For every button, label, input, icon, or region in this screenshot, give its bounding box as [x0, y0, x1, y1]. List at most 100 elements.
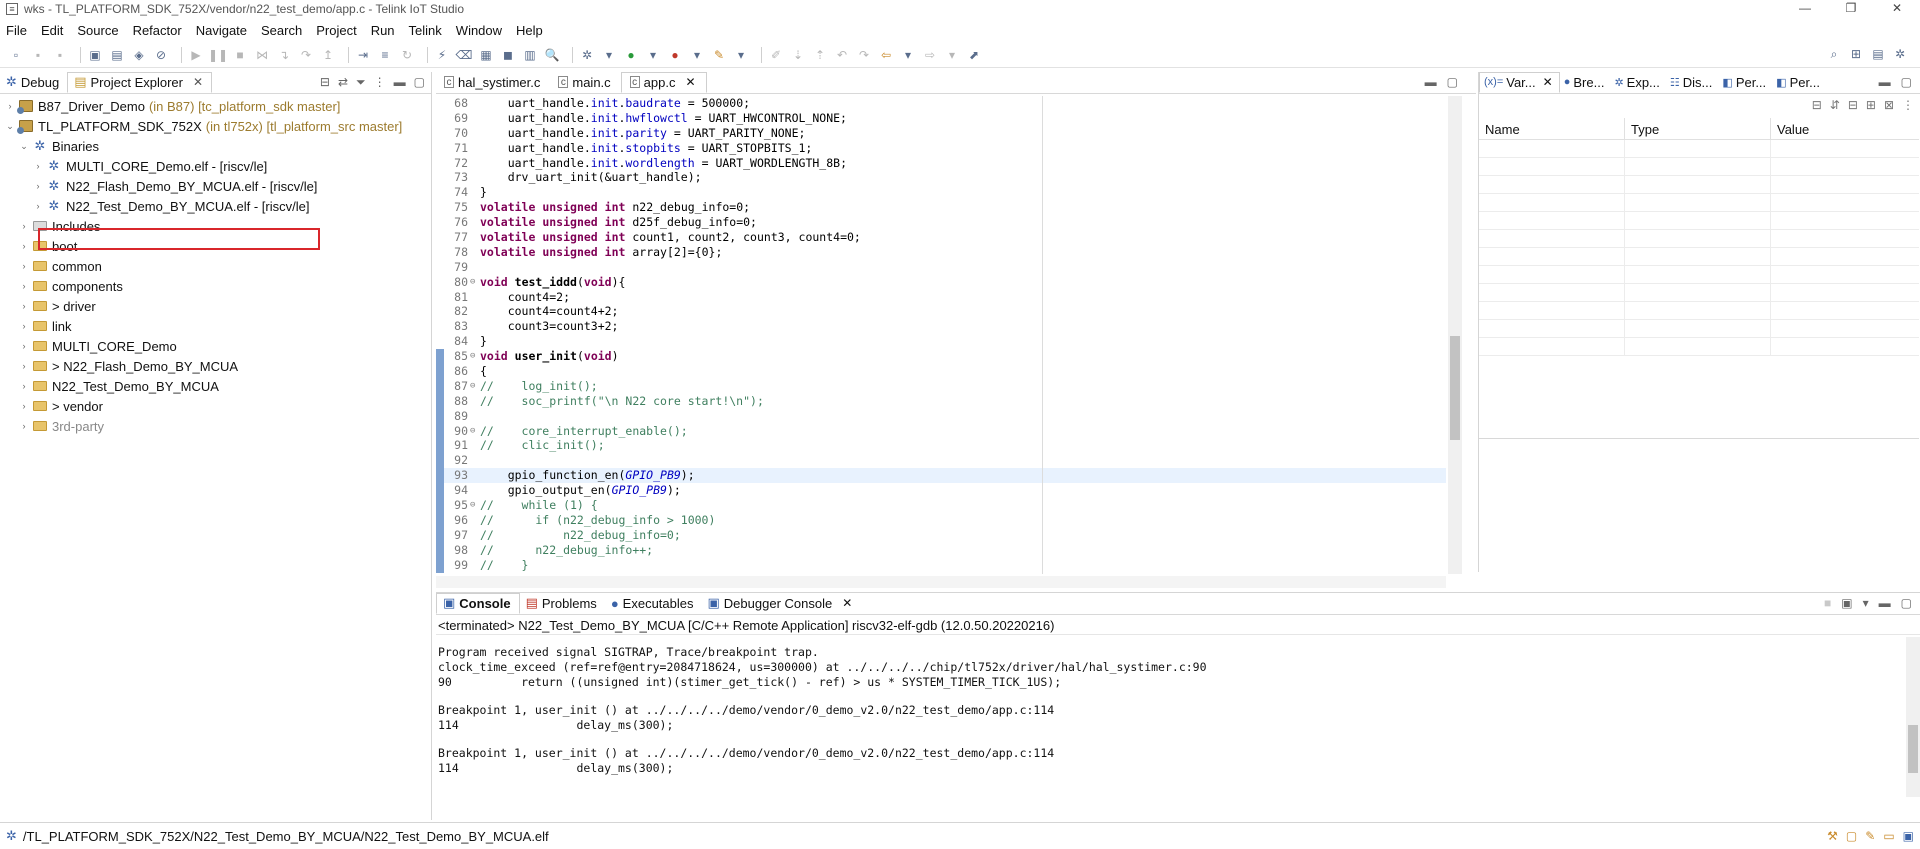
- restart-icon[interactable]: ↻: [399, 47, 415, 63]
- code-line[interactable]: 98 // n22_debug_info++;: [436, 542, 1446, 558]
- menu-edit[interactable]: Edit: [41, 23, 63, 38]
- back-dropdown-icon[interactable]: ▾: [900, 47, 916, 63]
- show-type-icon[interactable]: ⊟: [1812, 98, 1822, 112]
- gutter-marker[interactable]: [436, 512, 444, 528]
- display-console-icon[interactable]: ▣: [1841, 596, 1852, 610]
- chevron-right-icon[interactable]: ›: [32, 181, 44, 191]
- external-dropdown-icon[interactable]: ▾: [689, 47, 705, 63]
- fold-toggle-icon[interactable]: [470, 394, 478, 409]
- gutter-marker[interactable]: [436, 200, 444, 215]
- chevron-right-icon[interactable]: ›: [18, 341, 30, 351]
- code-line[interactable]: 88 // soc_printf("\n N22 core start!\n");: [436, 393, 1446, 409]
- gutter-marker[interactable]: [436, 230, 444, 245]
- maximize-icon[interactable]: ▢: [1901, 75, 1912, 89]
- debug-perspective-icon[interactable]: ✲: [1892, 46, 1908, 62]
- code-line[interactable]: 70 uart_handle.init.parity = UART_PARITY…: [436, 126, 1446, 141]
- gutter-marker[interactable]: [436, 557, 444, 573]
- tree-item[interactable]: › MULTI_CORE_Demo: [0, 336, 431, 356]
- fold-toggle-icon[interactable]: [470, 468, 478, 483]
- search-icon[interactable]: ⌕: [1826, 46, 1842, 62]
- chip-icon[interactable]: ▦: [478, 47, 494, 63]
- gutter-marker[interactable]: [436, 349, 444, 365]
- menu-search[interactable]: Search: [261, 23, 302, 38]
- tab-debug[interactable]: ✲ Debug: [0, 72, 67, 93]
- tree-item[interactable]: › components: [0, 276, 431, 296]
- code-line[interactable]: 84}: [436, 334, 1446, 349]
- fold-toggle-icon[interactable]: ⊖: [470, 275, 478, 290]
- scroll-thumb[interactable]: [1450, 336, 1460, 440]
- code-line[interactable]: 68 uart_handle.init.baudrate = 500000;: [436, 96, 1446, 111]
- gutter-marker[interactable]: [436, 334, 444, 349]
- tree-item[interactable]: › 3rd-party: [0, 416, 431, 436]
- search-tool-icon[interactable]: 🔍: [544, 47, 560, 63]
- fold-toggle-icon[interactable]: [470, 513, 478, 528]
- tab-project-explorer[interactable]: ▤ Project Explorer ✕: [67, 72, 213, 93]
- fold-toggle-icon[interactable]: ⊖: [470, 379, 478, 394]
- tree-item[interactable]: › B87_Driver_Demo (in B87) [tc_platform_sd…: [0, 96, 431, 116]
- gutter-marker[interactable]: [436, 156, 444, 171]
- menu-window[interactable]: Window: [456, 23, 502, 38]
- close-icon[interactable]: ✕: [193, 75, 203, 89]
- tab-dis-3[interactable]: ☷ Dis...: [1666, 72, 1719, 93]
- menu-file[interactable]: File: [6, 23, 27, 38]
- gutter-marker[interactable]: [436, 378, 444, 394]
- gutter-marker[interactable]: [436, 542, 444, 558]
- close-icon[interactable]: ✕: [842, 596, 852, 610]
- tab-main-c[interactable]: c main.c: [550, 72, 620, 93]
- column-type[interactable]: Type: [1625, 118, 1771, 139]
- fold-toggle-icon[interactable]: [470, 170, 478, 185]
- fold-toggle-icon[interactable]: ⊖: [470, 498, 478, 513]
- step-into-icon[interactable]: ↴: [276, 47, 292, 63]
- chevron-down-icon[interactable]: ⌄: [18, 141, 30, 152]
- tree-item[interactable]: › > driver: [0, 296, 431, 316]
- tab-console[interactable]: ▣ Console: [436, 593, 520, 614]
- table-row[interactable]: [1479, 320, 1919, 338]
- gutter-marker[interactable]: [436, 304, 444, 319]
- gutter-marker[interactable]: [436, 319, 444, 334]
- menu-source[interactable]: Source: [77, 23, 118, 38]
- fold-toggle-icon[interactable]: [470, 334, 478, 349]
- fold-toggle-icon[interactable]: [470, 319, 478, 334]
- column-name[interactable]: Name: [1479, 118, 1625, 139]
- fold-toggle-icon[interactable]: [470, 230, 478, 245]
- tree-item[interactable]: › ✲ N22_Flash_Demo_BY_MCUA.elf - [riscv/le…: [0, 176, 431, 196]
- table-row[interactable]: [1479, 176, 1919, 194]
- tree-item[interactable]: › > N22_Flash_Demo_BY_MCUA: [0, 356, 431, 376]
- code-line[interactable]: 87 ⊖// log_init();: [436, 378, 1446, 394]
- code-line[interactable]: 92: [436, 453, 1446, 469]
- gutter-marker[interactable]: [436, 215, 444, 230]
- step-return-icon[interactable]: ↥: [320, 47, 336, 63]
- remove-global-icon[interactable]: ⊠: [1884, 98, 1894, 112]
- tab-exp-2[interactable]: ✲ Exp...: [1610, 72, 1665, 93]
- gutter-marker[interactable]: [436, 275, 444, 290]
- gutter-marker[interactable]: [436, 527, 444, 543]
- code-line[interactable]: 79: [436, 260, 1446, 275]
- collapse-all-icon[interactable]: ⊟: [320, 75, 330, 90]
- code-line[interactable]: 93 gpio_function_en(GPIO_PB9);: [436, 468, 1446, 484]
- code-line[interactable]: 86 {: [436, 364, 1446, 379]
- maximize-icon[interactable]: ▢: [1447, 75, 1458, 89]
- resume-icon[interactable]: ▶: [188, 47, 204, 63]
- tab-per-4[interactable]: ◧ Per...: [1718, 72, 1772, 93]
- build-status-icon[interactable]: ⚒: [1827, 829, 1838, 843]
- fold-toggle-icon[interactable]: [470, 111, 478, 126]
- forward-edit-icon[interactable]: ↷: [856, 47, 872, 63]
- table-row[interactable]: [1479, 212, 1919, 230]
- code-line[interactable]: 78 volatile unsigned int array[2]={0};: [436, 245, 1446, 260]
- debug-launch-icon[interactable]: ✲: [579, 47, 595, 63]
- wand-dropdown-icon[interactable]: ▾: [733, 47, 749, 63]
- chevron-right-icon[interactable]: ›: [32, 161, 44, 171]
- code-line[interactable]: 77 volatile unsigned int count1, count2, …: [436, 230, 1446, 245]
- code-area[interactable]: 68 uart_handle.init.baudrate = 500000; 69…: [436, 96, 1446, 574]
- code-line[interactable]: 80 ⊖ void test_iddd(void){: [436, 275, 1446, 290]
- fold-toggle-icon[interactable]: [470, 409, 478, 424]
- gutter-marker[interactable]: [436, 111, 444, 126]
- last-edit-icon[interactable]: ↶: [834, 47, 850, 63]
- fold-toggle-icon[interactable]: [470, 290, 478, 305]
- prev-annotation-icon[interactable]: ⇡: [812, 47, 828, 63]
- tab-debugger-console[interactable]: ▣ Debugger Console ✕: [702, 593, 861, 614]
- table-row[interactable]: [1479, 140, 1919, 158]
- code-line[interactable]: 81 count4=2;: [436, 290, 1446, 305]
- view-menu-icon[interactable]: ⋮: [374, 75, 386, 90]
- save-all-icon[interactable]: ▪: [52, 47, 68, 63]
